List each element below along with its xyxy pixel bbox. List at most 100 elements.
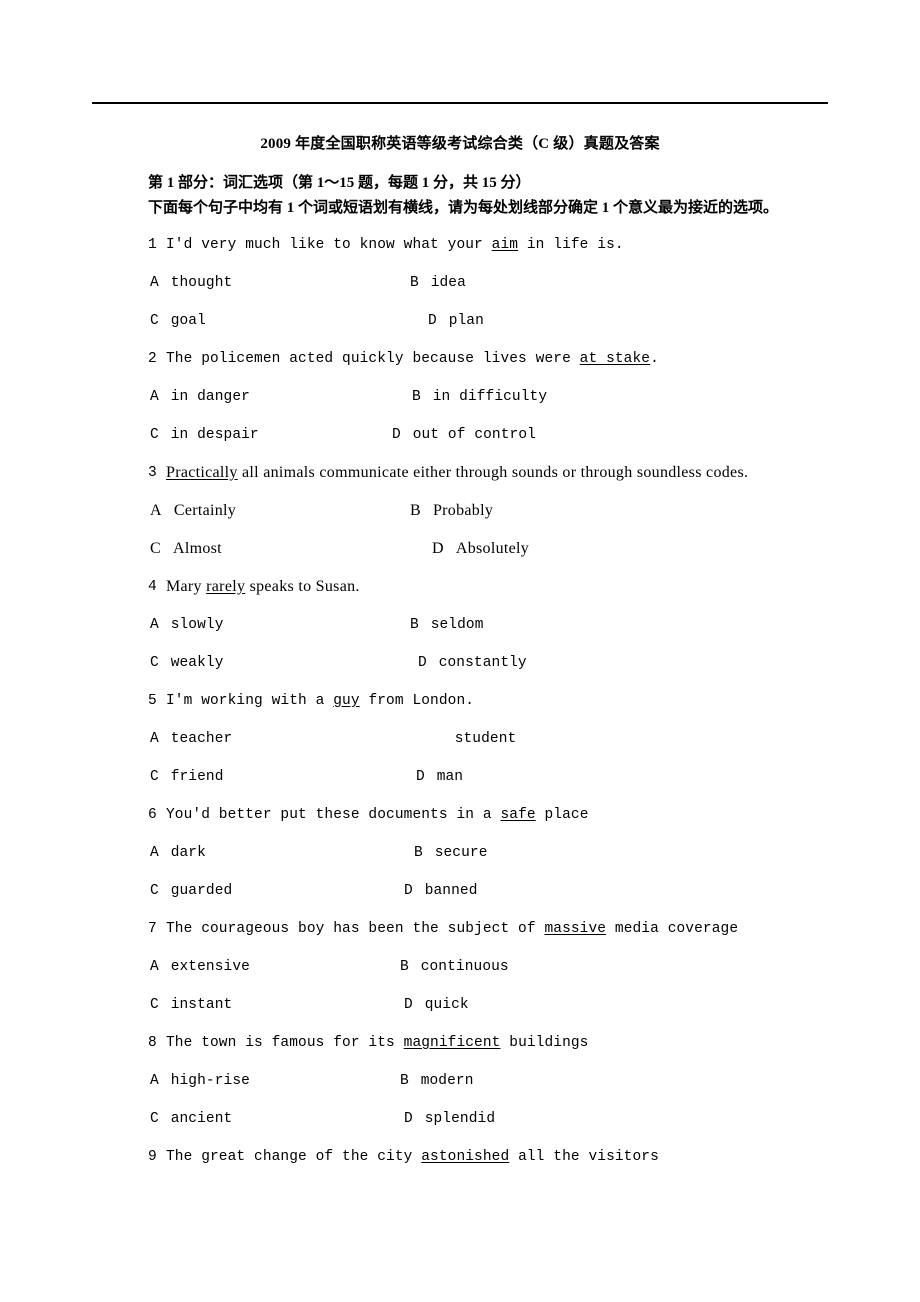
header-divider-rule	[92, 102, 828, 104]
question-block: 1 I'd very much like to know what your ai…	[0, 226, 920, 340]
option-text: ancient	[170, 1110, 233, 1127]
stem-text-before: The courageous boy has been the subject …	[166, 920, 545, 937]
answer-option-a[interactable]: Ain danger	[150, 378, 250, 416]
option-text: banned	[424, 882, 478, 899]
option-row: Cancient Dsplendid	[0, 1100, 920, 1138]
option-label: C	[150, 426, 159, 443]
answer-option-c[interactable]: Cin despair	[150, 416, 259, 454]
option-text: quick	[424, 996, 469, 1013]
answer-option-c[interactable]: Cancient	[150, 1100, 232, 1138]
option-row: Ain danger Bin difficulty	[0, 378, 920, 416]
answer-option-c[interactable]: Cguarded	[150, 872, 232, 910]
answer-option-a[interactable]: Aextensive	[150, 948, 250, 986]
stem-text-after: in life is.	[518, 236, 624, 253]
option-label: B	[410, 274, 419, 291]
option-text: in difficulty	[432, 388, 548, 405]
option-label: B	[412, 388, 421, 405]
option-text: out of control	[412, 426, 536, 443]
answer-option-b[interactable]: Bsecure	[414, 834, 488, 872]
option-label: D	[404, 996, 413, 1013]
option-text: guarded	[170, 882, 233, 899]
option-text: student	[454, 730, 517, 747]
option-row: Athought Bidea	[0, 264, 920, 302]
option-text: in danger	[170, 388, 250, 405]
answer-option[interactable]: Bstudent	[434, 720, 517, 758]
question-block: 6 You'd better put these documents in a s…	[0, 796, 920, 910]
option-label: C	[150, 1110, 159, 1127]
question-block: 2 The policemen acted quickly because liv…	[0, 340, 920, 454]
answer-option-d[interactable]: Dsplendid	[404, 1100, 495, 1138]
answer-option-d[interactable]: Dconstantly	[418, 644, 527, 682]
option-text: weakly	[170, 654, 224, 671]
answer-option-b[interactable]: B Probably	[410, 492, 493, 530]
option-label: A	[150, 958, 159, 975]
stem-underlined-word: safe	[500, 806, 536, 823]
answer-option-d[interactable]: D Absolutely	[432, 530, 529, 568]
questions-list: 1 I'd very much like to know what your ai…	[0, 226, 920, 1176]
answer-option-d[interactable]: Dquick	[404, 986, 469, 1024]
answer-option-d[interactable]: Dplan	[428, 302, 484, 340]
option-label: C	[150, 996, 159, 1013]
option-text: Certainly	[173, 502, 237, 519]
option-label: A	[150, 388, 159, 405]
answer-option-d[interactable]: Dbanned	[404, 872, 478, 910]
option-label: D	[404, 1110, 413, 1127]
option-text: friend	[170, 768, 224, 785]
answer-option-b[interactable]: Bmodern	[400, 1062, 474, 1100]
question-number: 1	[148, 236, 157, 253]
answer-option-c[interactable]: Cgoal	[150, 302, 206, 340]
answer-option-b[interactable]: Bseldom	[410, 606, 484, 644]
option-text: slowly	[170, 616, 224, 633]
question-stem: 5 I'm working with a guy from London.	[0, 682, 920, 720]
stem-underlined-word: astonished	[421, 1148, 510, 1165]
answer-option-b[interactable]: Bcontinuous	[400, 948, 509, 986]
stem-text-before: I'd very much like to know what your	[166, 236, 492, 253]
option-label: A	[150, 616, 159, 633]
option-text: high-rise	[170, 1072, 250, 1089]
option-text: plan	[448, 312, 484, 329]
option-row: Aslowly Bseldom	[0, 606, 920, 644]
option-row: Cin despair Dout of control	[0, 416, 920, 454]
option-row: Cinstant Dquick	[0, 986, 920, 1024]
answer-option-a[interactable]: Aslowly	[150, 606, 224, 644]
answer-option-a[interactable]: Adark	[150, 834, 206, 872]
option-row: Cfriend Dman	[0, 758, 920, 796]
option-row: Ahigh-rise Bmodern	[0, 1062, 920, 1100]
stem-text-after: place	[535, 806, 589, 823]
question-text: You'd better put these documents in a sa…	[166, 808, 589, 823]
option-text: dark	[170, 844, 206, 861]
answer-option-a[interactable]: Ateacher	[150, 720, 232, 758]
question-stem: 9 The great change of the city astonished…	[0, 1138, 920, 1176]
stem-text-after: speaks to Susan.	[245, 578, 360, 595]
answer-option-b[interactable]: Bin difficulty	[412, 378, 547, 416]
option-label: B	[410, 502, 421, 519]
option-text: seldom	[430, 616, 484, 633]
answer-option-a[interactable]: A Certainly	[150, 492, 236, 530]
question-number: 2	[148, 350, 157, 367]
option-text: constantly	[438, 654, 527, 671]
question-block: 7 The courageous boy has been the subject…	[0, 910, 920, 1024]
stem-text-before: I'm working with a	[166, 692, 334, 709]
option-row: Adark Bsecure	[0, 834, 920, 872]
answer-option-c[interactable]: C Almost	[150, 530, 222, 568]
option-label: D	[392, 426, 401, 443]
stem-underlined-word: rarely	[206, 578, 246, 595]
question-text: The policemen acted quickly because live…	[166, 352, 659, 367]
question-stem: 8 The town is famous for its magnificent …	[0, 1024, 920, 1062]
answer-option-c[interactable]: Cinstant	[150, 986, 232, 1024]
stem-underlined-word: magnificent	[403, 1034, 501, 1051]
stem-underlined-word: aim	[491, 236, 519, 253]
option-label: A	[150, 1072, 159, 1089]
answer-option-d[interactable]: Dman	[416, 758, 463, 796]
question-block: 9 The great change of the city astonished…	[0, 1138, 920, 1176]
option-text: idea	[430, 274, 466, 291]
answer-option-a[interactable]: Athought	[150, 264, 232, 302]
answer-option-c[interactable]: Cweakly	[150, 644, 224, 682]
option-label: A	[150, 730, 159, 747]
answer-option-a[interactable]: Ahigh-rise	[150, 1062, 250, 1100]
option-text: Almost	[172, 540, 222, 557]
answer-option-d[interactable]: Dout of control	[392, 416, 536, 454]
stem-text-before: The policemen acted quickly because live…	[166, 350, 580, 367]
answer-option-b[interactable]: Bidea	[410, 264, 466, 302]
answer-option-c[interactable]: Cfriend	[150, 758, 224, 796]
